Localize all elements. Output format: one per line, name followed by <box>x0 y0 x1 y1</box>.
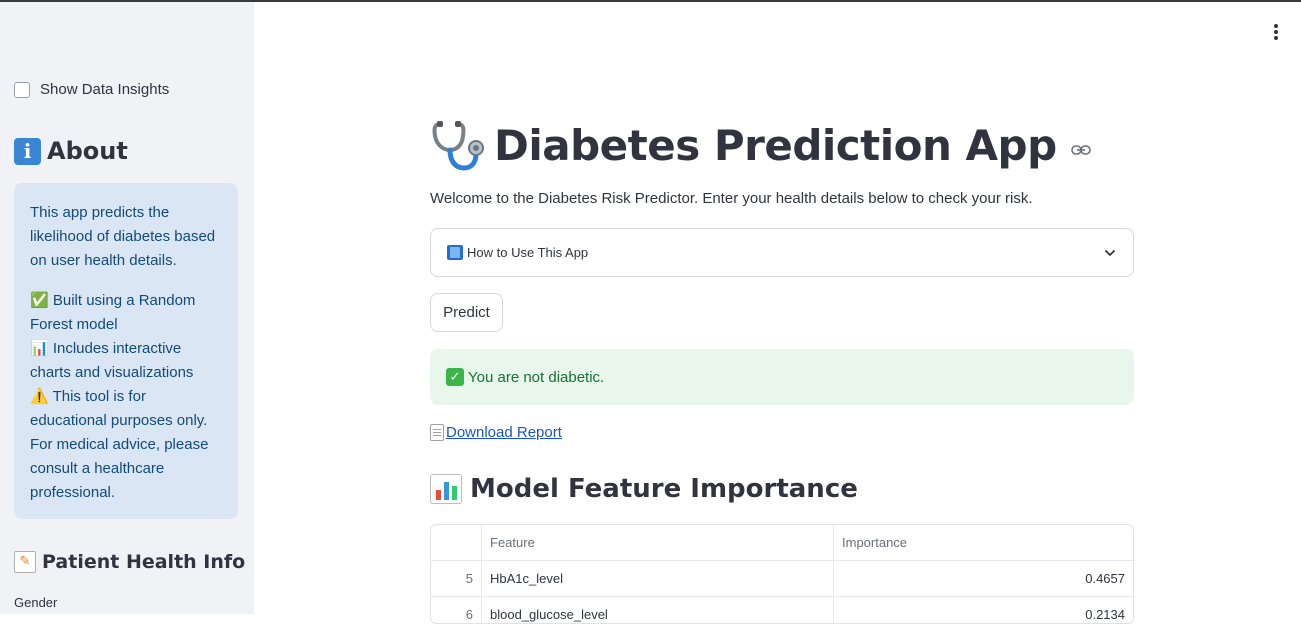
patient-heading-text: Patient Health Info <box>42 551 246 573</box>
bar-chart-icon <box>430 474 462 504</box>
header-feature[interactable]: Feature <box>482 525 834 560</box>
info-lines: ✅ Built using a Random Forest model 📊 In… <box>30 289 226 505</box>
feature-importance-heading: Model Feature Importance <box>430 474 858 504</box>
feature-importance-table[interactable]: Feature Importance 5 HbA1c_level 0.4657 … <box>430 524 1134 624</box>
page-title-row: Diabetes Prediction App <box>430 118 1091 172</box>
result-text: You are not diabetic. <box>468 368 605 386</box>
table-row[interactable]: 5 HbA1c_level 0.4657 <box>431 561 1133 597</box>
expander-label: How to Use This App <box>467 245 589 260</box>
page-title: Diabetes Prediction App <box>494 120 1057 170</box>
predict-button[interactable]: Predict <box>430 293 503 332</box>
download-label: Download Report <box>446 424 562 441</box>
check-icon: ✓ <box>446 368 464 386</box>
welcome-text: Welcome to the Diabetes Risk Predictor. … <box>430 190 1033 207</box>
patient-health-heading: ✎ Patient Health Info <box>14 551 245 573</box>
how-to-use-expander[interactable]: How to Use This App <box>430 228 1134 277</box>
row-index: 6 <box>431 597 482 623</box>
row-index: 5 <box>431 561 482 596</box>
main-content: Diabetes Prediction App Welcome to the D… <box>430 0 1134 624</box>
importance-cell[interactable]: 0.4657 <box>834 561 1133 596</box>
gender-label: Gender <box>14 595 58 610</box>
info-line: ⚠️ This tool is for educational purposes… <box>30 388 209 501</box>
info-line: ✅ Built using a Random Forest model <box>30 292 196 333</box>
memo-icon: ✎ <box>14 551 36 573</box>
feature-cell[interactable]: HbA1c_level <box>482 561 834 596</box>
section-heading-text: Model Feature Importance <box>470 474 858 504</box>
table-row[interactable]: 6 blood_glucose_level 0.2134 <box>431 597 1133 623</box>
header-index[interactable] <box>431 525 482 560</box>
show-data-insights-checkbox[interactable]: Show Data Insights <box>14 81 169 98</box>
stethoscope-icon <box>432 121 484 171</box>
about-heading: i About <box>14 137 128 165</box>
info-icon: i <box>14 137 41 165</box>
sidebar: Show Data Insights i About This app pred… <box>0 2 254 614</box>
checkbox-label: Show Data Insights <box>40 81 170 98</box>
document-icon <box>430 424 444 441</box>
anchor-link-icon[interactable] <box>1070 144 1091 156</box>
download-report-link[interactable]: Download Report <box>430 424 562 441</box>
checkbox-box[interactable] <box>14 81 30 98</box>
info-line: 📊 Includes interactive charts and visual… <box>30 340 194 381</box>
info-paragraph: This app predicts the likelihood of diab… <box>30 204 216 269</box>
about-heading-text: About <box>47 137 128 165</box>
feature-cell[interactable]: blood_glucose_level <box>482 597 834 623</box>
main-menu-icon[interactable] <box>1268 22 1284 42</box>
result-success-alert: ✓ You are not diabetic. <box>430 349 1134 405</box>
importance-cell[interactable]: 0.2134 <box>834 597 1133 623</box>
book-icon <box>447 245 463 260</box>
table-header-row: Feature Importance <box>431 525 1133 561</box>
chevron-down-icon <box>1105 249 1115 256</box>
about-info-box: This app predicts the likelihood of diab… <box>14 183 238 519</box>
header-importance[interactable]: Importance <box>834 525 1133 560</box>
